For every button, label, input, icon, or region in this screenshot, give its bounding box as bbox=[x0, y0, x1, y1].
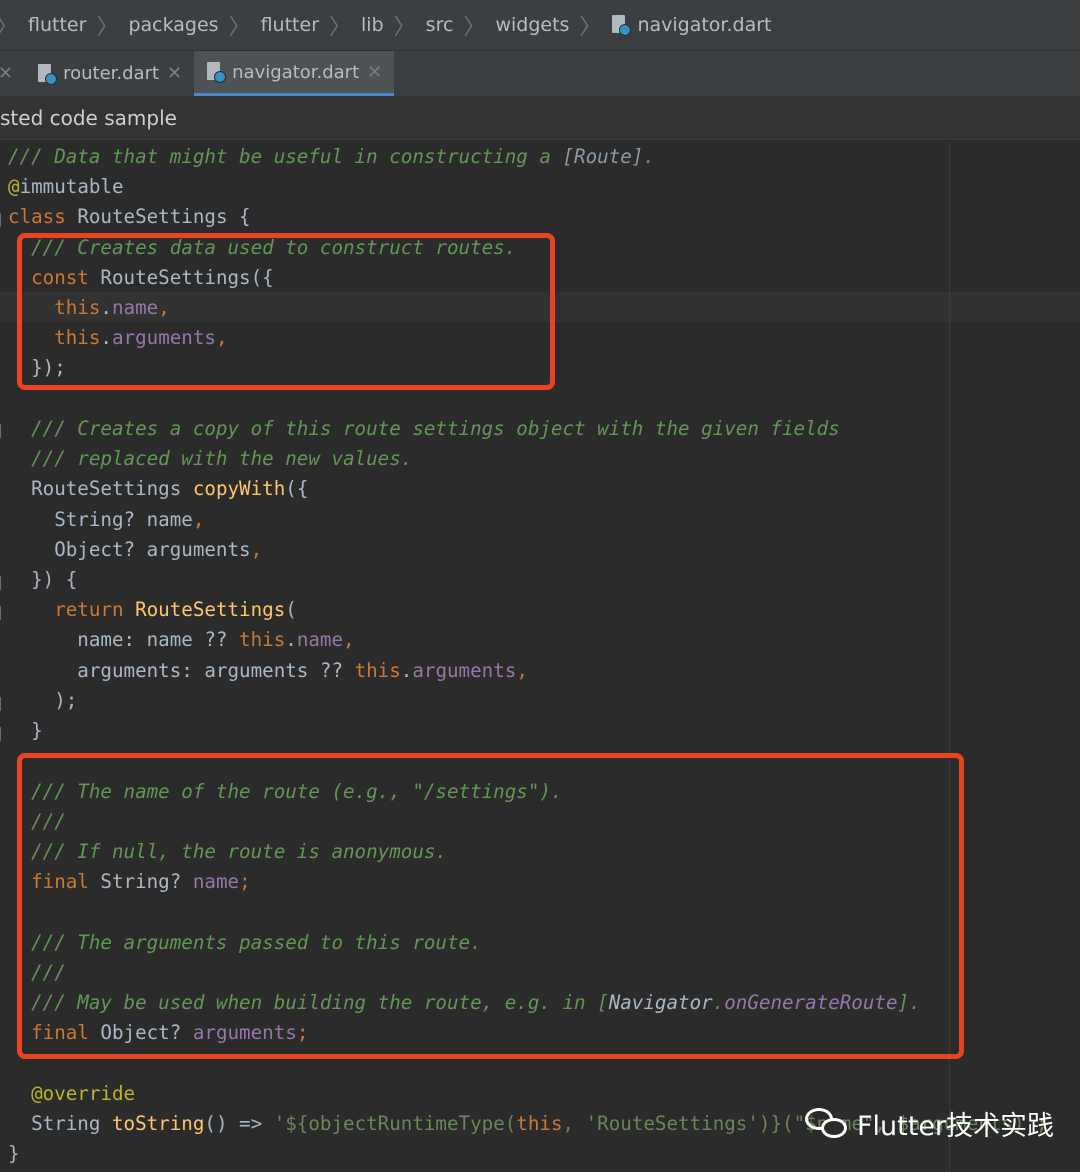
code-line: String? name, bbox=[8, 508, 205, 531]
code-line: /// replaced with the new values. bbox=[8, 447, 413, 470]
tab-overflow-close[interactable]: ✕ bbox=[0, 51, 25, 96]
editor-tab-bar: ✕ router.dart ✕ navigator.dart ✕ bbox=[0, 51, 1080, 97]
code-line: RouteSettings copyWith({ bbox=[8, 477, 309, 500]
wechat-icon bbox=[805, 1106, 849, 1140]
fold-marker[interactable] bbox=[0, 697, 7, 711]
code-line: ); bbox=[8, 689, 78, 712]
chevron-right-icon: 〉 bbox=[393, 15, 416, 40]
code-line: arguments: arguments ?? this.arguments, bbox=[8, 659, 528, 682]
watermark-text: Flutter技术实践 bbox=[857, 1110, 1055, 1142]
code-line: } bbox=[8, 1142, 20, 1165]
code-line: return RouteSettings( bbox=[8, 598, 297, 621]
code-line: @override bbox=[8, 1082, 136, 1105]
fold-marker[interactable] bbox=[0, 606, 7, 620]
code-line: class RouteSettings { bbox=[8, 205, 251, 228]
chevron-right-icon: 〉 bbox=[329, 15, 352, 40]
tab-router-dart[interactable]: router.dart ✕ bbox=[25, 51, 194, 96]
breadcrumb-item-lib[interactable]: lib bbox=[361, 14, 384, 36]
breadcrumb-item-src[interactable]: src bbox=[426, 14, 454, 36]
close-icon[interactable]: ✕ bbox=[367, 62, 382, 83]
highlight-box-constructor bbox=[17, 233, 555, 390]
dart-file-icon bbox=[206, 62, 227, 83]
close-icon[interactable]: ✕ bbox=[0, 63, 13, 84]
highlight-box-fields bbox=[17, 753, 964, 1059]
close-icon[interactable]: ✕ bbox=[167, 63, 182, 84]
code-line: Object? arguments, bbox=[8, 538, 263, 561]
tab-label: navigator.dart bbox=[232, 61, 360, 83]
chevron-right-icon: 〉 bbox=[228, 15, 251, 40]
code-line: name: name ?? this.name, bbox=[8, 628, 355, 651]
code-editor[interactable]: /// Data that might be useful in constru… bbox=[0, 141, 1080, 1172]
breadcrumb-item-flutter[interactable]: flutter bbox=[28, 14, 86, 36]
panel-label: sted code sample bbox=[0, 106, 177, 130]
tab-navigator-dart[interactable]: navigator.dart ✕ bbox=[194, 51, 395, 96]
watermark: Flutter技术实践 bbox=[805, 1100, 1054, 1146]
dart-file-icon bbox=[611, 15, 632, 36]
breadcrumb-item-widgets[interactable]: widgets bbox=[495, 14, 569, 36]
code-line: @immutable bbox=[8, 175, 124, 198]
breadcrumb: 〉 flutter 〉 packages 〉 flutter 〉 lib 〉 s… bbox=[0, 0, 1080, 51]
tab-label: router.dart bbox=[63, 63, 160, 84]
breadcrumb-item-navigator-dart[interactable]: navigator.dart bbox=[611, 14, 772, 36]
code-line: }) { bbox=[8, 568, 78, 591]
code-line: /// Data that might be useful in constru… bbox=[8, 145, 655, 168]
code-line: /// Creates a copy of this route setting… bbox=[8, 417, 840, 440]
fold-marker[interactable] bbox=[0, 576, 7, 590]
breadcrumb-item-packages[interactable]: packages bbox=[128, 14, 218, 36]
dart-file-icon bbox=[37, 63, 58, 85]
chevron-right-icon: 〉 bbox=[96, 15, 119, 40]
editor-notification-panel: sted code sample bbox=[0, 97, 1080, 140]
chevron-right-icon: 〉 bbox=[579, 15, 602, 40]
fold-marker[interactable] bbox=[0, 424, 7, 438]
breadcrumb-item-flutter-2[interactable]: flutter bbox=[261, 14, 319, 36]
fold-marker[interactable] bbox=[0, 213, 7, 227]
breadcrumb-file-label: navigator.dart bbox=[637, 14, 772, 36]
code-line: } bbox=[8, 719, 43, 742]
chevron-right-icon: 〉 bbox=[463, 15, 486, 40]
fold-marker[interactable] bbox=[0, 727, 7, 741]
chevron-right-icon: 〉 bbox=[0, 9, 18, 41]
